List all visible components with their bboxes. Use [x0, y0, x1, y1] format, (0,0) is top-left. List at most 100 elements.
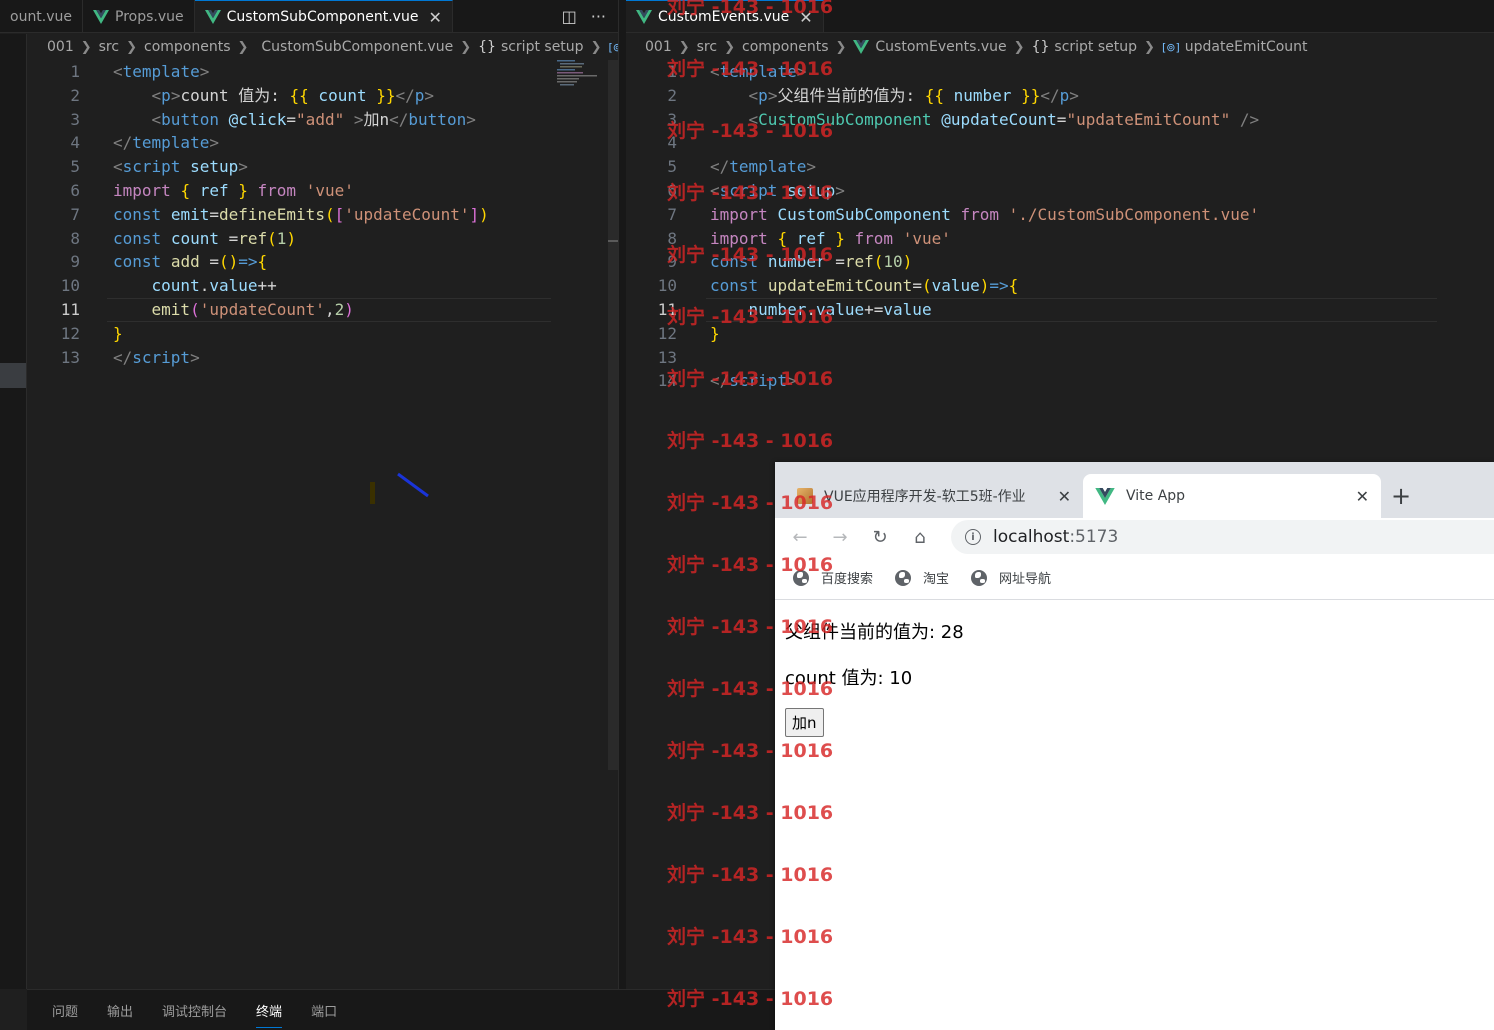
add-n-button[interactable]: 加n: [785, 708, 824, 737]
close-icon[interactable]: ✕: [799, 8, 812, 27]
code-token: from: [960, 204, 999, 224]
code-token: {: [1008, 276, 1019, 296]
more-actions-icon[interactable]: ···: [591, 7, 606, 26]
code-token: number: [767, 252, 826, 272]
left-tab[interactable]: CustomSubComponent.vue ✕: [194, 0, 453, 32]
breadcrumb-symbol[interactable]: updateEmitCount: [1185, 39, 1308, 55]
panel-tab[interactable]: 调试控制台: [162, 1001, 227, 1020]
browser-tabstrip: VUE应用程序开发-软工5班-作业 ✕ Vite App ✕ +: [775, 462, 1494, 518]
code-line[interactable]: 7 const emit=defineEmits(['updateCount']): [27, 203, 608, 227]
code-line[interactable]: 5 <script setup>: [27, 155, 608, 179]
breadcrumb-scope[interactable]: script setup: [1054, 39, 1137, 55]
panel-tab[interactable]: 终端: [256, 1001, 283, 1028]
editor-group-divider[interactable]: [618, 0, 626, 990]
code-token: {: [180, 180, 191, 200]
code-line[interactable]: 6 import { ref } from 'vue': [27, 179, 608, 203]
code-line[interactable]: 14 </script>: [626, 369, 1494, 393]
code-token: ]: [469, 204, 480, 224]
code-line[interactable]: 9 const number =ref(10): [626, 250, 1494, 274]
code-line[interactable]: 3 <button @click="add" >加n</button>: [27, 108, 608, 132]
code-token: const: [113, 228, 162, 248]
code-token: <: [151, 85, 162, 105]
code-line[interactable]: 8 const count =ref(1): [27, 227, 608, 251]
code-line[interactable]: 11 emit('updateCount',2): [27, 297, 608, 322]
code-token: 'updateCount': [199, 299, 325, 319]
minimap[interactable]: [557, 60, 599, 88]
breadcrumb-folder[interactable]: src: [99, 39, 119, 55]
bookmark-nav[interactable]: 网址导航: [971, 568, 1051, 587]
breadcrumb-file[interactable]: CustomEvents.vue: [875, 39, 1006, 55]
code-line[interactable]: 4: [626, 131, 1494, 155]
bookmark-baidu[interactable]: 百度搜索: [793, 568, 873, 587]
code-line[interactable]: 2 <p>count 值为: {{ count }}</p>: [27, 84, 608, 108]
breadcrumb-scope[interactable]: script setup: [501, 39, 584, 55]
reload-icon[interactable]: ↻: [871, 527, 889, 548]
home-icon[interactable]: ⌂: [911, 527, 929, 548]
code-token: [: [334, 204, 345, 224]
line-number: 1: [70, 62, 80, 81]
code-line[interactable]: 10 count.value++: [27, 274, 608, 298]
code-line[interactable]: 8 import { ref } from 'vue': [626, 227, 1494, 251]
new-tab-button[interactable]: +: [1381, 474, 1421, 518]
close-tab-icon[interactable]: ✕: [1356, 487, 1369, 506]
panel-tab[interactable]: 端口: [311, 1001, 337, 1020]
close-icon[interactable]: ✕: [428, 8, 441, 27]
code-token: from: [257, 180, 297, 200]
line-number: 3: [70, 109, 80, 129]
code-token: './CustomSubComponent.vue': [1008, 204, 1260, 224]
chevron-right-icon: ❯: [590, 39, 602, 55]
panel-tab[interactable]: 问题: [52, 1001, 78, 1020]
code-line[interactable]: 13 </script>: [27, 346, 608, 370]
code-line[interactable]: 12}: [27, 322, 608, 346]
code-line[interactable]: 12}: [626, 322, 1494, 346]
code-line[interactable]: 2 <p>父组件当前的值为: {{ number }}</p>: [626, 84, 1494, 108]
code-token: =: [912, 276, 922, 296]
code-line[interactable]: 5 </template>: [626, 155, 1494, 179]
browser-tab-vite-app[interactable]: Vite App ✕: [1083, 474, 1381, 518]
code-token: 'vue': [902, 228, 951, 248]
close-tab-icon[interactable]: ✕: [1058, 487, 1071, 506]
right-tab[interactable]: CustomEvents.vue ✕: [626, 0, 824, 32]
right-code-editor[interactable]: 1 <template> 2 <p>父组件当前的值为: {{ number }}</…: [626, 60, 1494, 393]
code-line[interactable]: 7 import CustomSubComponent from './Custo…: [626, 203, 1494, 227]
left-code-editor[interactable]: 1 <template> 2 <p>count 值为: {{ count }}</p…: [27, 60, 608, 369]
browser-tab-homework[interactable]: VUE应用程序开发-软工5班-作业 ✕: [785, 474, 1083, 518]
bookmark-taobao[interactable]: 淘宝: [895, 568, 949, 587]
code-line[interactable]: 1 <template>: [626, 60, 1494, 84]
code-line[interactable]: 11 number.value+=value: [626, 297, 1494, 322]
code-token: >: [1069, 85, 1079, 105]
tab-label: ount.vue: [10, 8, 73, 25]
address-bar[interactable]: i localhost:5173: [951, 520, 1494, 554]
code-token: }: [238, 180, 248, 200]
site-info-icon[interactable]: i: [965, 529, 981, 545]
code-line[interactable]: 6 <script setup>: [626, 179, 1494, 203]
activity-indicator: [0, 363, 26, 388]
code-line[interactable]: 1 <template>: [27, 60, 608, 84]
breadcrumb-folder[interactable]: 001: [47, 39, 74, 55]
left-tab[interactable]: Props.vue: [83, 0, 195, 32]
code-line[interactable]: 3 <CustomSubComponent @updateCount="upda…: [626, 108, 1494, 132]
code-token: button: [408, 109, 467, 129]
breadcrumb-file[interactable]: CustomSubComponent.vue: [261, 39, 453, 55]
split-editor-icon[interactable]: ◫: [562, 7, 577, 26]
code-line[interactable]: 4 </template>: [27, 131, 608, 155]
breadcrumb-folder[interactable]: components: [144, 39, 231, 55]
braces-icon: {}: [1031, 39, 1050, 55]
breadcrumb-folder[interactable]: components: [742, 39, 829, 55]
code-line[interactable]: 13: [626, 346, 1494, 370]
line-number: 9: [70, 252, 80, 272]
panel-tab[interactable]: 输出: [107, 1001, 133, 1020]
chevron-right-icon: ❯: [1144, 39, 1155, 55]
left-tab[interactable]: ount.vue: [0, 0, 84, 32]
code-token: number: [748, 299, 807, 319]
code-token: ): [479, 204, 489, 224]
forward-icon[interactable]: →: [831, 527, 849, 548]
breadcrumb-folder[interactable]: src: [697, 39, 717, 55]
left-vertical-scrollbar[interactable]: [608, 60, 618, 770]
code-line[interactable]: 10 const updateEmitCount=(value)=>{: [626, 274, 1494, 298]
code-token: <: [748, 109, 759, 129]
code-line[interactable]: 9 const add =()=>{: [27, 250, 608, 274]
breadcrumb-folder[interactable]: 001: [645, 39, 672, 55]
back-icon[interactable]: ←: [791, 527, 809, 548]
